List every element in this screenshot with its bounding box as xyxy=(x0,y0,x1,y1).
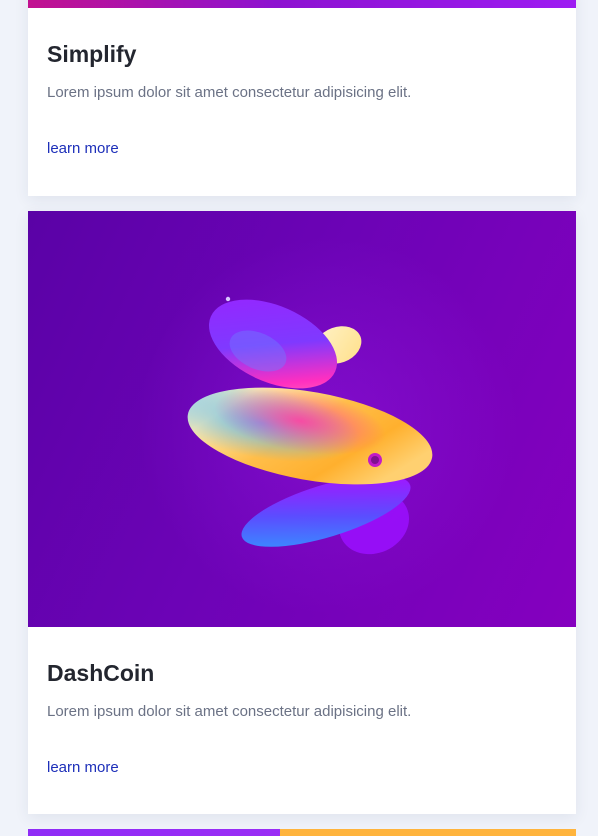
card-simplify: Simplify Lorem ipsum dolor sit amet cons… xyxy=(28,0,576,196)
card-title: Simplify xyxy=(47,41,137,67)
card-body: Simplify Lorem ipsum dolor sit amet cons… xyxy=(47,40,557,159)
card-body: DashCoin Lorem ipsum dolor sit amet cons… xyxy=(47,659,557,778)
learn-more-link[interactable]: learn more xyxy=(47,139,119,159)
card-title: DashCoin xyxy=(47,660,155,686)
card-description: Lorem ipsum dolor sit amet consectetur a… xyxy=(47,703,412,720)
learn-more-link[interactable]: learn more xyxy=(47,758,119,778)
card-top-band xyxy=(28,0,576,8)
card-hero-image[interactable] xyxy=(28,211,576,627)
card-description: Lorem ipsum dolor sit amet consectetur a… xyxy=(47,84,412,101)
abstract-disc-sculpture-image xyxy=(138,236,518,616)
next-card-top-band xyxy=(28,829,576,836)
card-dashcoin: DashCoin Lorem ipsum dolor sit amet cons… xyxy=(28,211,576,814)
